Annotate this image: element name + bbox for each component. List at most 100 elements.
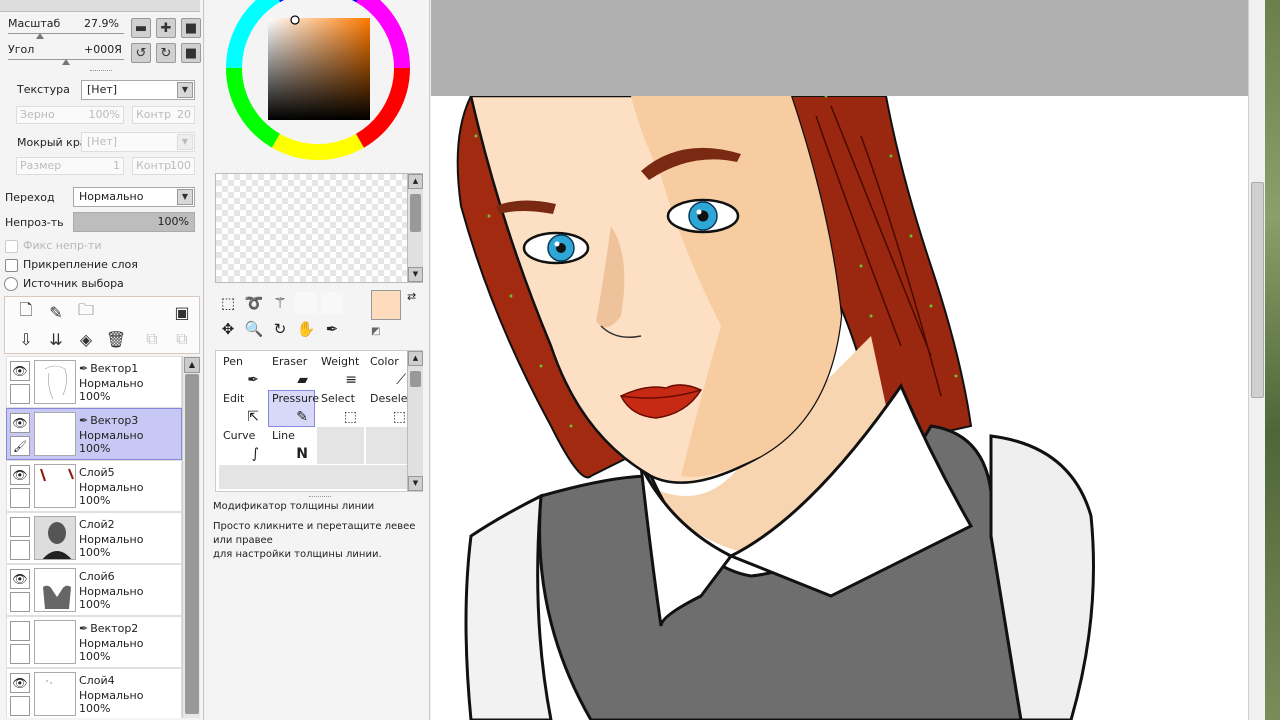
visibility-toggle[interactable]: 👁 [10, 361, 30, 381]
merge-down-button[interactable]: ⇊ [45, 328, 67, 350]
layer-opacity: 100% [79, 598, 111, 611]
zoom-slider[interactable] [8, 33, 124, 34]
visibility-toggle[interactable] [10, 621, 30, 641]
zoom-reset-button[interactable]: ■ [181, 18, 201, 38]
rect-select-tool[interactable]: ⬚ [217, 292, 239, 314]
lock-toggle[interactable] [10, 592, 30, 612]
layer-toolbar: 🗋 ✎ 🗀 ▣ ⇩ ⇊ ◈ 🗑 ⧉ ⧉ [4, 296, 200, 354]
vector-pen-icon: ✒ [79, 414, 89, 427]
tool-help-line2: для настройки толщины линии. [213, 549, 382, 560]
reset-colors-icon[interactable]: ◩ [371, 326, 380, 337]
tool-pressure[interactable]: Pressure ✎ [268, 390, 319, 427]
lock-toggle[interactable] [10, 488, 30, 508]
eye-icon: 👁 [12, 364, 28, 378]
swatch-area[interactable] [215, 173, 423, 283]
selection-source-radio[interactable] [4, 277, 18, 291]
lock-toggle[interactable] [10, 384, 30, 404]
lock-toggle[interactable] [10, 644, 30, 664]
layer-item[interactable]: 👁 🖌 ✒ Вектор3 Нормально 100% [6, 408, 182, 460]
scroll-down-icon[interactable]: ▼ [408, 476, 423, 491]
texture-dropdown[interactable]: [Нет] ▼ [81, 80, 195, 100]
select-icon: ⬚ [343, 409, 357, 425]
visibility-toggle[interactable]: 👁 [10, 413, 30, 433]
zoom-tool[interactable]: 🔍 [243, 318, 265, 340]
layer-scroll-thumb[interactable] [185, 374, 199, 714]
rotate-left-button[interactable]: ↺ [131, 43, 151, 63]
swatch-scroll-thumb[interactable] [410, 194, 421, 232]
scroll-up-icon[interactable]: ▲ [408, 174, 423, 189]
layer-item[interactable]: 👁 ✒ Вектор1 Нормально 100% [6, 356, 182, 408]
layer-scrollbar[interactable]: ▲ [182, 356, 200, 718]
lock-toggle[interactable] [10, 540, 30, 560]
tool-deselect[interactable]: Deselect ⬚ [366, 390, 418, 427]
tool-scrollbar[interactable]: ▲ ▼ [407, 351, 423, 491]
clipping-checkbox[interactable] [5, 259, 18, 272]
scroll-up-icon[interactable]: ▲ [408, 351, 423, 366]
clear-layer-button[interactable]: ◈ [75, 328, 97, 350]
layer-item[interactable]: Слой2 Нормально 100% [6, 512, 182, 564]
layer-mode: Нормально [79, 689, 144, 702]
pressure-icon: ✎ [296, 409, 308, 425]
artwork-canvas[interactable] [431, 96, 1248, 720]
delete-layer-button[interactable]: 🗑 [105, 328, 127, 350]
hand-tool[interactable]: ✋ [295, 318, 317, 340]
layer-item[interactable]: ✒ Вектор2 Нормально 100% [6, 616, 182, 668]
layer-mask-button[interactable]: ▣ [171, 301, 193, 323]
tool-line[interactable]: Line N [268, 427, 315, 464]
visibility-toggle[interactable]: 👁 [10, 673, 30, 693]
new-layer-button[interactable]: 🗋 [15, 300, 37, 323]
color-picker-handle[interactable] [290, 15, 300, 25]
visibility-toggle[interactable] [10, 517, 30, 537]
zoom-value: 27.9% [84, 17, 119, 30]
edit-toggle[interactable]: 🖌 [10, 436, 30, 456]
rotate-tool[interactable]: ↻ [269, 318, 291, 340]
rotate-right-button[interactable]: ↻ [156, 43, 176, 63]
transfer-down-button[interactable]: ⇩ [15, 328, 37, 350]
blend-mode-dropdown[interactable]: Нормально ▼ [73, 187, 195, 207]
canvas-scroll-thumb[interactable] [1251, 182, 1264, 398]
grain-field: Зерно 100% [16, 106, 124, 124]
layer-name: ✒ Вектор2 [79, 622, 139, 635]
layer-item[interactable]: 👁 Слой5 Нормально 100% [6, 460, 182, 512]
color-icon: ⟋ [396, 372, 406, 388]
tool-eraser[interactable]: Eraser ▰ [268, 353, 315, 390]
tool-weight[interactable]: Weight ≡ [317, 353, 364, 390]
tool-curve[interactable]: Curve ∫ [219, 427, 266, 464]
scroll-down-icon[interactable]: ▼ [408, 267, 423, 282]
canvas-area[interactable] [431, 0, 1280, 720]
rotate-reset-button[interactable]: ■ [181, 43, 201, 63]
tool-pen[interactable]: Pen ✒ [219, 353, 266, 390]
angle-label: Угол [8, 43, 35, 56]
tool-edit[interactable]: Edit ⇱ [219, 390, 266, 427]
new-folder-button[interactable]: 🗀 [75, 300, 97, 323]
layer-item[interactable]: 👁 Слой4 Нормально 100% [6, 668, 182, 718]
empty-tool-slot [317, 427, 364, 464]
opacity-slider[interactable]: 100% [73, 212, 195, 232]
swatch-scrollbar[interactable]: ▲ ▼ [407, 174, 423, 282]
layer-thumbnail [34, 516, 76, 560]
layer-item[interactable]: 👁 Слой6 Нормально 100% [6, 564, 182, 616]
canvas-scrollbar[interactable] [1248, 0, 1265, 720]
contrast-value: 20 [177, 108, 191, 121]
foreground-color[interactable] [371, 290, 401, 320]
layer-opacity: 100% [79, 702, 111, 715]
scroll-up-icon[interactable]: ▲ [184, 357, 200, 373]
magic-wand-tool[interactable]: ⚚ [269, 292, 291, 314]
lasso-tool[interactable]: ➰ [243, 292, 265, 314]
visibility-toggle[interactable]: 👁 [10, 569, 30, 589]
zoom-slider-knob[interactable] [36, 33, 44, 39]
visibility-toggle[interactable]: 👁 [10, 465, 30, 485]
swap-colors-icon[interactable]: ⇄ [407, 290, 416, 303]
color-wheel[interactable] [220, 0, 416, 166]
zoom-in-button[interactable]: ✚ [156, 18, 176, 38]
move-tool[interactable]: ✥ [217, 318, 239, 340]
lock-toggle[interactable] [10, 696, 30, 716]
tool-scroll-thumb[interactable] [410, 371, 421, 387]
new-vector-layer-button[interactable]: ✎ [45, 301, 67, 323]
zoom-out-button[interactable]: ▬ [131, 18, 151, 38]
tool-select[interactable]: Select ⬚ [317, 390, 364, 427]
tool-color[interactable]: Color ⟋ [366, 353, 413, 390]
contrast-field: Контр 20 [132, 106, 195, 124]
angle-slider-knob[interactable] [62, 59, 70, 65]
eyedropper-tool[interactable]: ✒ [321, 318, 343, 340]
